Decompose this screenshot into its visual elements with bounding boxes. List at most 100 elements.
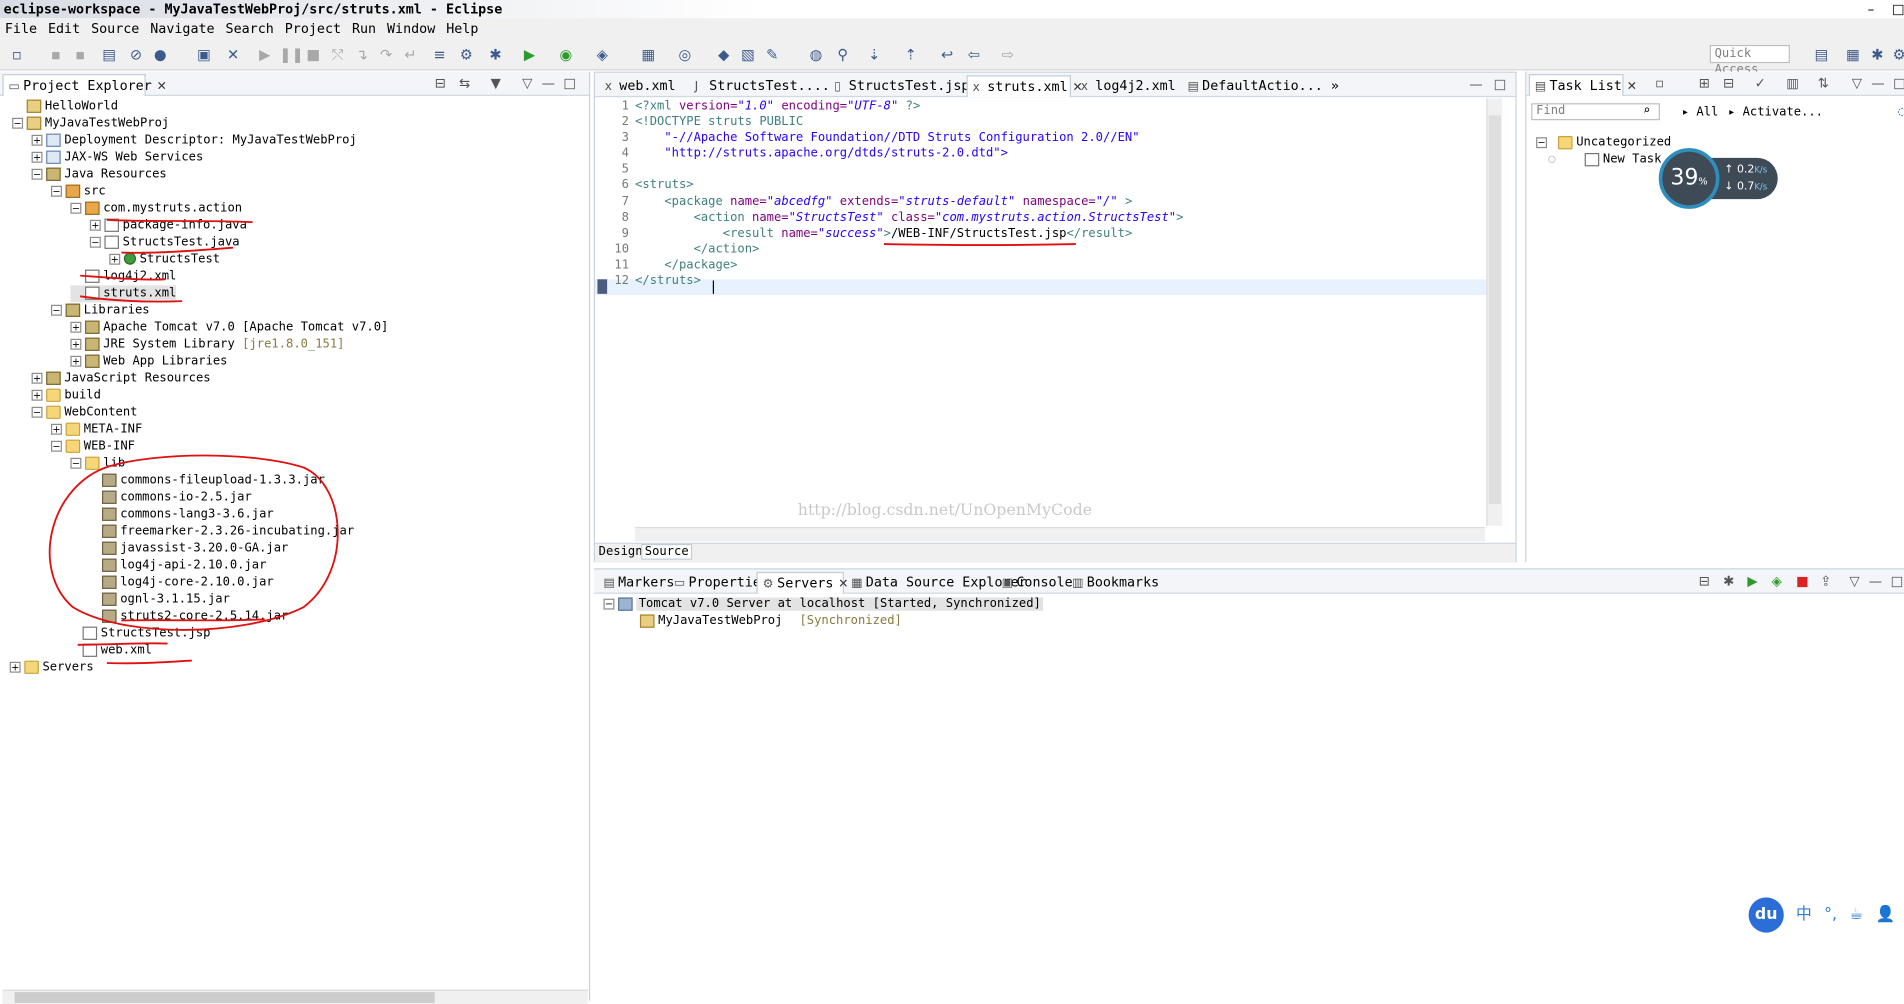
tree-item-jar[interactable]: freemarker-2.3.26-incubating.jar <box>102 523 354 540</box>
collapse-toggle[interactable]: − <box>603 598 615 609</box>
collapse-toggle[interactable]: − <box>51 304 62 316</box>
terminal-icon[interactable]: ▣ <box>194 45 213 64</box>
tree-item-webcontent[interactable]: − WebContent <box>31 404 137 421</box>
save-all-icon[interactable]: ▪ <box>70 45 89 64</box>
ime-coffee-icon[interactable]: ☕ <box>1849 906 1863 924</box>
task-item[interactable]: ○ New Task <box>1548 152 1661 169</box>
close-icon[interactable]: ✕ <box>1627 80 1637 93</box>
open-type-icon[interactable]: ◆ <box>714 45 733 64</box>
tree-item-log4j2-xml[interactable]: log4j2.xml <box>70 268 176 285</box>
tab-data-source-explorer[interactable]: ▦ Data Source Explorer <box>846 572 1026 594</box>
menu-project[interactable]: Project <box>280 18 347 37</box>
scroll-thumb[interactable] <box>14 992 435 1004</box>
tree-item-libraries[interactable]: − Libraries <box>51 302 150 319</box>
tree-item-java-resources[interactable]: − Java Resources <box>31 166 167 183</box>
debug-perspective-icon[interactable]: ✱ <box>1868 45 1887 64</box>
expand-toggle[interactable]: + <box>70 355 82 367</box>
baidu-ime-logo[interactable]: du <box>1748 897 1784 933</box>
menu-window[interactable]: Window <box>382 18 441 37</box>
tab-log4j2-xml[interactable]: x log4j2.xml <box>1076 75 1178 97</box>
print-icon[interactable]: ▤ <box>100 45 119 64</box>
all-filter[interactable]: ▸ All <box>1682 106 1719 119</box>
expand-toggle[interactable]: + <box>31 389 43 401</box>
globe-icon[interactable]: ◍ <box>806 45 825 64</box>
tab-design[interactable]: Design <box>599 545 643 558</box>
forward-icon[interactable]: ⇨ <box>998 45 1017 64</box>
collapse-toggle[interactable]: − <box>12 117 24 129</box>
run-icon[interactable]: ▶ <box>520 45 539 64</box>
menu-help[interactable]: Help <box>441 18 484 37</box>
menu-search[interactable]: Search <box>221 18 280 37</box>
ime-language[interactable]: 中 <box>1796 906 1812 924</box>
tree-item-structstest-jsp[interactable]: StructsTest.jsp <box>82 625 210 642</box>
vertical-scrollbar[interactable] <box>1486 98 1503 526</box>
step-over-icon[interactable]: ↷ <box>376 45 395 64</box>
resume-icon[interactable]: ▶ <box>255 45 274 64</box>
collapse-toggle[interactable]: − <box>31 168 43 180</box>
tree-item-deployment-descriptor[interactable]: + Deployment Descriptor: MyJavaTestWebPro… <box>31 132 357 149</box>
debug-server-icon[interactable]: ✱ <box>1723 573 1734 589</box>
tree-item-structstest-java[interactable]: − StructsTest.java <box>89 234 240 251</box>
java-ee-perspective-icon[interactable]: ▦ <box>1843 45 1862 64</box>
collapse-all-icon[interactable]: ⊟ <box>1699 573 1710 589</box>
disconnect-icon[interactable]: ⤲ <box>328 45 347 64</box>
focus-workweek-icon[interactable]: ▥ <box>1786 75 1799 91</box>
tree-item-servers[interactable]: + Servers <box>9 659 94 676</box>
menu-file[interactable]: File <box>0 18 43 37</box>
tab-console[interactable]: ▣ Console <box>997 572 1073 594</box>
suspend-icon[interactable]: ❚❚ <box>279 45 303 64</box>
minimize-view-icon[interactable]: — <box>1469 77 1482 93</box>
stop-server-icon[interactable]: ■ <box>1796 573 1809 589</box>
expand-toggle[interactable]: + <box>89 219 101 231</box>
start-server-icon[interactable]: ▶ <box>1747 573 1757 589</box>
menu-run[interactable]: Run <box>347 18 382 37</box>
scroll-thumb[interactable] <box>1488 115 1501 504</box>
horizontal-scrollbar[interactable] <box>2 989 588 1004</box>
view-menu-icon[interactable]: ▽ <box>522 75 532 91</box>
view-menu-icon[interactable]: ▽ <box>1849 573 1859 589</box>
expand-toggle[interactable]: + <box>70 338 82 350</box>
tree-item-jar[interactable]: ognl-3.1.15.jar <box>102 591 230 608</box>
sync-icon[interactable]: ⇅ <box>1818 75 1829 91</box>
new-task-icon[interactable]: ▫ <box>1655 75 1664 91</box>
maximize-view-icon[interactable]: □ <box>1891 573 1904 589</box>
expand-toggle[interactable]: + <box>51 423 62 435</box>
collapse-all-icon[interactable]: ⊟ <box>435 75 446 91</box>
tree-item-project[interactable]: − MyJavaTestWebProj <box>12 115 169 132</box>
minimize-view-icon[interactable]: — <box>542 75 555 91</box>
tree-item-jar[interactable]: log4j-api-2.10.0.jar <box>102 557 266 574</box>
ime-user-icon[interactable]: 👤 <box>1876 906 1896 924</box>
scheduled-icon[interactable]: ⊟ <box>1723 75 1734 91</box>
save-icon[interactable]: ▪ <box>46 45 65 64</box>
tree-item-meta-inf[interactable]: + META-INF <box>51 421 142 438</box>
open-perspective-icon[interactable]: ▤ <box>1812 45 1831 64</box>
debug-icon[interactable]: ✱ <box>486 45 505 64</box>
collapse-toggle[interactable]: − <box>70 202 82 214</box>
network-speed-widget[interactable]: ↑ 0.2K/s ↓ 0.7K/s 39% <box>1658 148 1780 209</box>
last-edit-icon[interactable]: ↩ <box>937 45 956 64</box>
collapse-toggle[interactable]: − <box>51 185 62 197</box>
collapse-toggle[interactable]: − <box>51 440 62 452</box>
terminate-icon[interactable]: ■ <box>304 45 323 64</box>
new-server-icon[interactable]: ▦ <box>639 45 658 64</box>
tree-item-struts-xml[interactable]: struts.xml <box>70 285 177 303</box>
coverage-icon[interactable]: ◉ <box>556 45 575 64</box>
tree-item-web-xml[interactable]: web.xml <box>82 642 152 659</box>
new-icon[interactable]: ▫ <box>7 45 26 64</box>
maximize-button[interactable]: □ <box>1892 0 1904 18</box>
tree-item-jar[interactable]: struts2-core-2.5.14.jar <box>102 608 288 625</box>
tree-item-jar[interactable]: commons-lang3-3.6.jar <box>102 506 274 523</box>
more-tabs-button[interactable]: » <box>1326 75 1350 97</box>
tab-bookmarks[interactable]: ▥ Bookmarks <box>1067 572 1159 594</box>
tab-source[interactable]: Source <box>641 544 693 560</box>
tree-item-package[interactable]: − com.mystruts.action <box>70 200 242 217</box>
quick-access-input[interactable]: Quick Access <box>1709 44 1790 77</box>
back-icon[interactable]: ⇦ <box>964 45 983 64</box>
use-step-filters-icon[interactable]: ≡ <box>430 45 449 64</box>
menu-edit[interactable]: Edit <box>43 18 86 37</box>
minimize-view-icon[interactable]: — <box>1871 75 1884 91</box>
task-active-radio[interactable]: ○ <box>1548 153 1555 166</box>
view-menu-icon[interactable]: ▽ <box>1852 75 1862 91</box>
horizontal-scrollbar[interactable] <box>635 527 1486 542</box>
publish-icon[interactable]: ⇪ <box>1820 573 1831 589</box>
